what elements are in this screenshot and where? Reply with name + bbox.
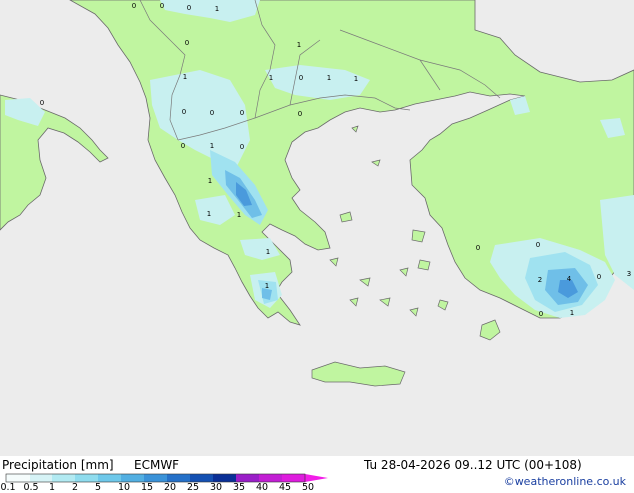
scale-tick: 15 (140, 482, 154, 493)
model-name: ECMWF (134, 458, 180, 472)
scale-swatch (144, 474, 167, 482)
scale-swatch (190, 474, 213, 482)
scale-tick: 2 (71, 482, 79, 493)
value-label: 0 (240, 109, 244, 117)
precipitation-map: 0 0 0 1 0 1 1 1 0 1 1 0 0 0 0 0 1 0 0 1 … (0, 0, 634, 456)
value-label: 1 (183, 73, 187, 81)
value-label: 3 (627, 270, 631, 278)
value-label: 0 (299, 74, 303, 82)
value-label: 0 (132, 2, 136, 10)
value-label: 0 (476, 244, 480, 252)
scale-tick: 0.5 (23, 482, 39, 493)
credit-link[interactable]: ©weatheronline.co.uk (504, 475, 626, 488)
value-label: 1 (354, 75, 358, 83)
map-canvas: 0 0 0 1 0 1 1 1 0 1 1 0 0 0 0 0 1 0 0 1 … (0, 0, 634, 456)
island-chios (417, 259, 431, 271)
value-label: 1 (327, 74, 331, 82)
value-label: 0 (160, 2, 164, 10)
value-label: 1 (266, 248, 270, 256)
value-label: 0 (597, 273, 601, 281)
value-label: 0 (187, 4, 191, 12)
scale-tick: 50 (301, 482, 315, 493)
scale-tick: 1 (48, 482, 56, 493)
scale-tick: 25 (186, 482, 200, 493)
value-label: 0 (40, 99, 44, 107)
footer: Precipitation [mm] ECMWF Tu 28-04-2026 0… (0, 456, 634, 493)
value-label: 0 (185, 39, 189, 47)
scale-swatch (213, 474, 236, 482)
scale-tick: 5 (94, 482, 102, 493)
legend-title: Precipitation [mm] (2, 458, 114, 472)
scale-swatch (259, 474, 282, 482)
value-label: 1 (215, 5, 219, 13)
scale-swatch (6, 474, 30, 482)
value-label: 1 (208, 177, 212, 185)
value-label: 0 (181, 142, 185, 150)
scale-swatch (282, 474, 305, 482)
value-label: 1 (237, 211, 241, 219)
value-label: 0 (298, 110, 302, 118)
scale-tick: 40 (255, 482, 269, 493)
scale-tick: 35 (232, 482, 246, 493)
scale-swatch (98, 474, 121, 482)
value-label: 0 (210, 109, 214, 117)
scale-tick: 20 (163, 482, 177, 493)
scale-tick: 45 (278, 482, 292, 493)
scale-swatch (121, 474, 144, 482)
scale-tick: 10 (117, 482, 131, 493)
scale-swatch (75, 474, 98, 482)
value-label: 0 (182, 108, 186, 116)
scale-tick: 30 (209, 482, 223, 493)
value-label: 2 (538, 276, 542, 284)
value-label: 0 (539, 310, 543, 318)
scale-swatch (52, 474, 75, 482)
valid-time: Tu 28-04-2026 09..12 UTC (00+108) (364, 458, 582, 472)
scale-tick: 0.1 (0, 482, 16, 493)
value-label: 1 (570, 309, 574, 317)
value-label: 0 (240, 143, 244, 151)
scale-swatch (167, 474, 190, 482)
value-label: 1 (207, 210, 211, 218)
value-label: 0 (536, 241, 540, 249)
scale-swatch (30, 474, 52, 482)
scale-swatch (236, 474, 259, 482)
scale-arrow (305, 474, 328, 482)
value-label: 4 (567, 275, 572, 283)
value-label: 1 (210, 142, 214, 150)
value-label: 1 (265, 282, 269, 290)
value-label: 1 (297, 41, 301, 49)
value-label: 1 (269, 74, 273, 82)
